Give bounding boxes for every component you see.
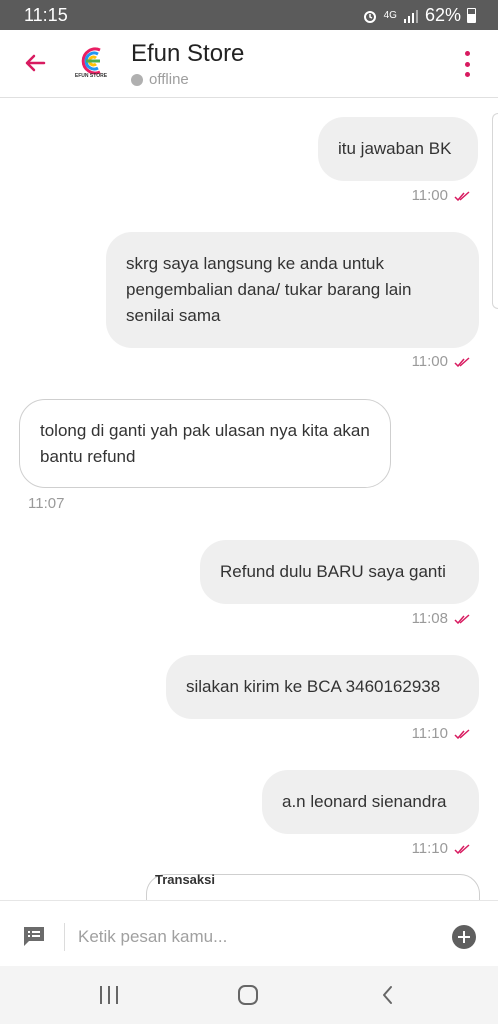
recents-icon[interactable] — [100, 986, 118, 1004]
status-icons: 4G 62% — [362, 5, 476, 26]
add-circle-icon[interactable] — [452, 925, 476, 949]
message-time: 11:08 — [411, 610, 448, 627]
network-type: 4G — [383, 9, 397, 21]
message-bubble-outgoing[interactable]: a.n leonard sienandra — [262, 770, 479, 834]
store-logo-text: EFUN STORE — [74, 73, 108, 79]
system-nav-bar — [0, 966, 498, 1024]
message-time: 11:10 — [411, 840, 448, 857]
composer-bar — [0, 900, 498, 966]
message-bubble-outgoing[interactable]: silakan kirim ke BCA 3460162938 — [166, 655, 479, 719]
read-receipt-icon — [454, 613, 470, 624]
read-receipt-icon — [454, 356, 470, 367]
arrow-left-icon[interactable] — [20, 48, 50, 78]
signal-icon — [403, 9, 418, 23]
message-time: 11:00 — [411, 353, 448, 370]
message-text: itu jawaban BK — [338, 139, 452, 158]
battery-percent: 62% — [424, 5, 461, 25]
message-list[interactable]: itu jawaban BK 11:00 skrg saya langsung … — [0, 99, 498, 900]
message-meta: 11:07 — [28, 495, 64, 512]
back-icon[interactable] — [378, 984, 398, 1006]
message-bubble-incoming[interactable]: tolong di ganti yah pak ulasan nya kita … — [19, 399, 391, 488]
home-icon[interactable] — [238, 985, 258, 1005]
message-meta: 11:10 — [412, 725, 470, 742]
message-meta: 11:00 — [412, 187, 470, 204]
message-bubble-outgoing[interactable]: Refund dulu BARU saya ganti — [200, 540, 479, 604]
more-vert-icon[interactable] — [462, 51, 472, 77]
message-meta: 11:10 — [412, 840, 470, 857]
message-bubble-outgoing[interactable]: skrg saya langsung ke anda untuk pengemb… — [106, 232, 479, 348]
message-text: skrg saya langsung ke anda untuk pengemb… — [126, 254, 412, 325]
status-bar: 11:15 4G 62% — [0, 0, 498, 30]
message-meta: 11:08 — [412, 610, 470, 627]
message-text: Refund dulu BARU saya ganti — [220, 562, 446, 581]
chat-title: Efun Store — [131, 40, 245, 67]
read-receipt-icon — [454, 190, 470, 201]
read-receipt-icon — [454, 728, 470, 739]
message-meta: 11:00 — [412, 353, 470, 370]
scroll-indicator — [492, 113, 498, 309]
message-text: a.n leonard sienandra — [282, 792, 447, 811]
presence-status: offline — [131, 71, 189, 88]
status-time: 11:15 — [24, 5, 68, 25]
transaction-card-label: Transaksi — [155, 872, 215, 887]
transaction-card[interactable]: Transaksi — [146, 872, 480, 900]
presence-label: offline — [149, 71, 189, 88]
message-text: tolong di ganti yah pak ulasan nya kita … — [40, 420, 370, 466]
chat-header: EFUN STORE Efun Store offline — [0, 30, 498, 98]
alarm-icon — [363, 10, 376, 23]
presence-dot — [131, 73, 143, 86]
message-time: 11:00 — [411, 187, 448, 204]
message-input[interactable] — [78, 921, 428, 953]
composer-divider — [64, 923, 65, 951]
message-list-icon[interactable] — [22, 925, 46, 947]
message-time: 11:07 — [28, 495, 65, 512]
message-time: 11:10 — [411, 725, 448, 742]
read-receipt-icon — [454, 843, 470, 854]
battery-icon — [467, 8, 476, 23]
message-text: silakan kirim ke BCA 3460162938 — [186, 677, 441, 696]
message-bubble-outgoing[interactable]: itu jawaban BK — [318, 117, 478, 181]
